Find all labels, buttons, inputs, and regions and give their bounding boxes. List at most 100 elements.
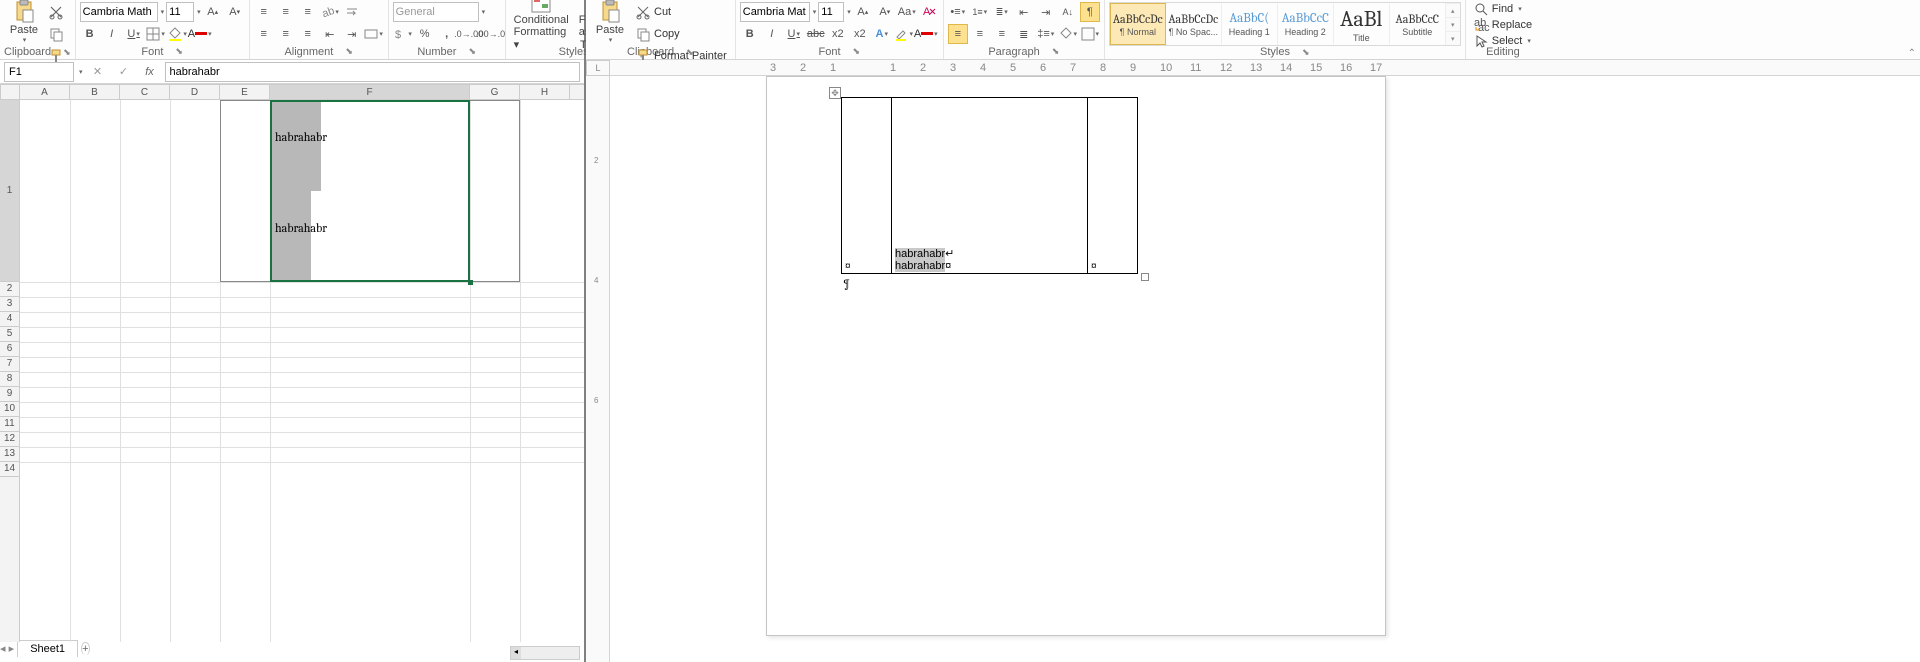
replace-button[interactable]: abacReplace xyxy=(1470,18,1536,32)
word-document-area[interactable]: L 3211234567891011121314151617 246 ✥ ¤ h… xyxy=(586,60,1920,662)
line-spacing-button[interactable]: ‡≡▾ xyxy=(1036,24,1056,44)
w-strike[interactable]: abc xyxy=(806,24,826,44)
w-para-launcher[interactable]: ⬊ xyxy=(1052,46,1060,57)
inc-indent-button[interactable]: ⇥ xyxy=(1036,2,1056,22)
sort-button[interactable]: A↓ xyxy=(1058,2,1078,22)
w-highlight[interactable]: ▾ xyxy=(894,24,914,44)
accounting-button[interactable]: $▾ xyxy=(393,24,413,44)
italic-button[interactable]: I xyxy=(102,24,122,44)
align-bottom-button[interactable]: ≡ xyxy=(298,2,318,22)
border-button[interactable]: ▾ xyxy=(146,24,166,44)
table-move-handle[interactable]: ✥ xyxy=(829,87,841,99)
style-item-5[interactable]: AaBbCcCSubtitle xyxy=(1390,3,1446,45)
fill-handle[interactable] xyxy=(468,280,473,285)
bold-button[interactable]: B xyxy=(80,24,100,44)
col-B[interactable]: B xyxy=(70,85,120,99)
shrink-font-button[interactable]: A▾ xyxy=(225,2,245,22)
row-9[interactable]: 9 xyxy=(0,387,19,402)
align-center-button[interactable]: ≡ xyxy=(276,24,296,44)
row-7[interactable]: 7 xyxy=(0,357,19,372)
fx-button[interactable]: fx xyxy=(139,62,161,82)
find-button[interactable]: Find▾ xyxy=(1470,2,1526,16)
bullets-button[interactable]: •≡▾ xyxy=(948,2,968,22)
borders-button[interactable]: ▾ xyxy=(1080,24,1100,44)
style-item-3[interactable]: AaBbCcCHeading 2 xyxy=(1278,3,1334,45)
row-12[interactable]: 12 xyxy=(0,432,19,447)
w-cut-button[interactable]: Cut xyxy=(632,2,675,22)
w-shrink-font[interactable]: A▾ xyxy=(875,2,895,22)
align-right-button[interactable]: ≡ xyxy=(298,24,318,44)
percent-button[interactable]: % xyxy=(415,24,435,44)
name-box-drop[interactable]: ▾ xyxy=(79,68,83,76)
sheet-nav-first[interactable]: ◂ xyxy=(0,643,6,655)
sheet-tab-1[interactable]: Sheet1 xyxy=(17,640,78,657)
align-right-button-w[interactable]: ≡ xyxy=(992,24,1012,44)
horizontal-ruler[interactable]: 3211234567891011121314151617 xyxy=(610,60,1920,76)
row-4[interactable]: 4 xyxy=(0,312,19,327)
row-2[interactable]: 2 xyxy=(0,282,19,297)
row-13[interactable]: 13 xyxy=(0,447,19,462)
sheet-nav-prev[interactable]: ▸ xyxy=(9,643,15,655)
align-center-button-w[interactable]: ≡ xyxy=(970,24,990,44)
excel-grid[interactable]: A B C D E F G H 1 2 3 4 5 6 7 8 9 10 11 … xyxy=(0,84,584,642)
dec-indent-button[interactable]: ⇤ xyxy=(1014,2,1034,22)
word-table[interactable]: ¤ habrahabr↵ habrahabr¤ ¤ xyxy=(841,97,1138,274)
style-item-4[interactable]: AaBlTitle xyxy=(1334,3,1390,45)
w-superscript[interactable]: x2 xyxy=(850,24,870,44)
w-font-size-combo[interactable] xyxy=(818,2,844,22)
orientation-button[interactable]: ab▾ xyxy=(320,2,340,22)
w-underline[interactable]: U▾ xyxy=(784,24,804,44)
align-middle-button[interactable]: ≡ xyxy=(276,2,296,22)
row-6[interactable]: 6 xyxy=(0,342,19,357)
cut-button[interactable] xyxy=(46,2,66,22)
merge-button[interactable]: ▾ xyxy=(364,24,384,44)
collapse-ribbon-button[interactable]: ⌃ xyxy=(1908,48,1916,59)
w-font-launcher[interactable]: ⬊ xyxy=(853,46,861,57)
col-E[interactable]: E xyxy=(220,85,270,99)
w-bold[interactable]: B xyxy=(740,24,760,44)
cancel-edit-button[interactable]: ✕ xyxy=(87,62,109,82)
style-item-0[interactable]: AaBbCcDc¶ Normal xyxy=(1110,3,1166,45)
w-subscript[interactable]: x2 xyxy=(828,24,848,44)
alignment-launcher[interactable]: ⬊ xyxy=(345,46,353,57)
w-clear-formatting[interactable]: A xyxy=(919,2,939,22)
row-3[interactable]: 3 xyxy=(0,297,19,312)
decrease-indent-button[interactable]: ⇤ xyxy=(320,24,340,44)
decrease-decimal-button[interactable]: .00→.0 xyxy=(481,24,501,44)
style-item-1[interactable]: AaBbCcDc¶ No Spac... xyxy=(1166,3,1222,45)
select-all-corner[interactable] xyxy=(0,84,20,100)
font-color-button[interactable]: A▾ xyxy=(190,24,210,44)
confirm-edit-button[interactable]: ✓ xyxy=(113,62,135,82)
font-launcher[interactable]: ⬊ xyxy=(175,46,183,57)
number-launcher[interactable]: ⬊ xyxy=(468,46,476,57)
col-H[interactable]: H xyxy=(520,85,570,99)
col-F[interactable]: F xyxy=(270,85,470,99)
horizontal-scrollbar[interactable]: ◂ xyxy=(510,646,580,660)
conditional-formatting-button[interactable]: Conditional Formatting ▾ xyxy=(510,2,573,42)
grow-font-button[interactable]: A▴ xyxy=(203,2,223,22)
paste-button[interactable]: Paste ▾ xyxy=(4,2,44,42)
tab-selector[interactable]: L xyxy=(586,60,610,76)
font-name-combo[interactable] xyxy=(80,2,158,22)
table-cell-r1c1[interactable]: ¤ xyxy=(842,98,892,274)
font-size-combo[interactable] xyxy=(166,2,194,22)
table-cell-r1c3[interactable]: ¤ xyxy=(1088,98,1138,274)
number-format-combo[interactable] xyxy=(393,2,479,22)
col-D[interactable]: D xyxy=(170,85,220,99)
row-11[interactable]: 11 xyxy=(0,417,19,432)
style-gallery-more[interactable]: ▴▾▾ xyxy=(1446,3,1460,45)
numbering-button[interactable]: 1≡▾ xyxy=(970,2,990,22)
w-font-name-combo[interactable] xyxy=(740,2,810,22)
cells-area[interactable]: habrahabr habrahabr xyxy=(20,100,584,642)
w-grow-font[interactable]: A▴ xyxy=(853,2,873,22)
row-5[interactable]: 5 xyxy=(0,327,19,342)
w-font-color[interactable]: A▾ xyxy=(916,24,936,44)
shading-button[interactable]: ▾ xyxy=(1058,24,1078,44)
add-sheet-button[interactable]: + xyxy=(81,642,89,655)
col-C[interactable]: C xyxy=(120,85,170,99)
table-resize-handle[interactable] xyxy=(1141,273,1149,281)
fill-color-button[interactable]: ▾ xyxy=(168,24,188,44)
row-8[interactable]: 8 xyxy=(0,372,19,387)
row-1[interactable]: 1 xyxy=(0,100,19,282)
w-copy-button[interactable]: Copy xyxy=(632,24,684,44)
